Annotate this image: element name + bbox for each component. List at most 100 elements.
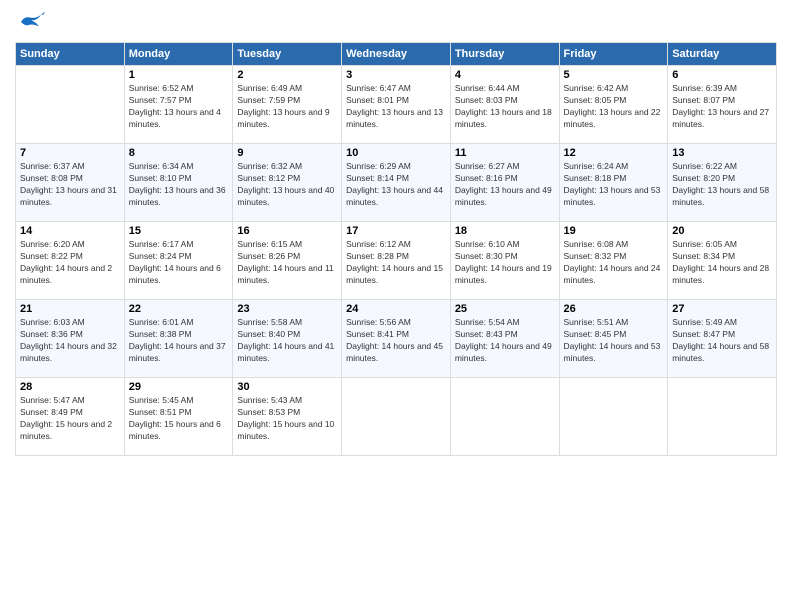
cell-content: Sunrise: 6:22 AMSunset: 8:20 PMDaylight:… [672,161,772,209]
col-header-wednesday: Wednesday [342,43,451,66]
cell-content: Sunrise: 5:45 AMSunset: 8:51 PMDaylight:… [129,395,229,443]
cell-content: Sunrise: 6:12 AMSunset: 8:28 PMDaylight:… [346,239,446,287]
cell-content: Sunrise: 6:10 AMSunset: 8:30 PMDaylight:… [455,239,555,287]
day-number: 30 [237,381,337,393]
cell-content: Sunrise: 5:43 AMSunset: 8:53 PMDaylight:… [237,395,337,443]
cell-content: Sunrise: 6:37 AMSunset: 8:08 PMDaylight:… [20,161,120,209]
day-number: 10 [346,147,446,159]
calendar-cell: 27Sunrise: 5:49 AMSunset: 8:47 PMDayligh… [668,300,777,378]
calendar-cell: 29Sunrise: 5:45 AMSunset: 8:51 PMDayligh… [124,378,233,456]
calendar-week-row: 7 Sunrise: 6:37 AMSunset: 8:08 PMDaylight… [16,144,777,222]
day-number: 20 [672,225,772,237]
day-number: 13 [672,147,772,159]
day-number: 5 [564,69,664,81]
col-header-friday: Friday [559,43,668,66]
calendar-cell: 6 Sunrise: 6:39 AMSunset: 8:07 PMDaylight… [668,66,777,144]
calendar-cell: 4 Sunrise: 6:44 AMSunset: 8:03 PMDaylight… [450,66,559,144]
calendar-table: SundayMondayTuesdayWednesdayThursdayFrid… [15,42,777,456]
cell-content: Sunrise: 5:56 AMSunset: 8:41 PMDaylight:… [346,317,446,365]
cell-content: Sunrise: 6:52 AMSunset: 7:57 PMDaylight:… [129,83,229,131]
calendar-cell: 3 Sunrise: 6:47 AMSunset: 8:01 PMDaylight… [342,66,451,144]
day-number: 8 [129,147,229,159]
day-number: 12 [564,147,664,159]
cell-content: Sunrise: 6:24 AMSunset: 8:18 PMDaylight:… [564,161,664,209]
day-number: 18 [455,225,555,237]
cell-content: Sunrise: 5:51 AMSunset: 8:45 PMDaylight:… [564,317,664,365]
calendar-week-row: 28 Sunrise: 5:47 AMSunset: 8:49 PMDayligh… [16,378,777,456]
calendar-cell: 30 Sunrise: 5:43 AMSunset: 8:53 PMDayligh… [233,378,342,456]
cell-content: Sunrise: 6:39 AMSunset: 8:07 PMDaylight:… [672,83,772,131]
day-number: 2 [237,69,337,81]
calendar-cell: 22Sunrise: 6:01 AMSunset: 8:38 PMDayligh… [124,300,233,378]
cell-content: Sunrise: 6:20 AMSunset: 8:22 PMDaylight:… [20,239,120,287]
logo-icon [15,10,45,34]
calendar-cell [559,378,668,456]
calendar-cell: 17 Sunrise: 6:12 AMSunset: 8:28 PMDayligh… [342,222,451,300]
calendar-cell: 12 Sunrise: 6:24 AMSunset: 8:18 PMDayligh… [559,144,668,222]
calendar-cell [16,66,125,144]
day-number: 19 [564,225,664,237]
day-number: 24 [346,303,446,315]
day-number: 28 [20,381,120,393]
cell-content: Sunrise: 6:15 AMSunset: 8:26 PMDaylight:… [237,239,337,287]
cell-content: Sunrise: 6:01 AMSunset: 8:38 PMDaylight:… [129,317,229,365]
col-header-tuesday: Tuesday [233,43,342,66]
day-number: 7 [20,147,120,159]
day-number: 1 [129,69,229,81]
calendar-cell: 28 Sunrise: 5:47 AMSunset: 8:49 PMDayligh… [16,378,125,456]
header [15,10,777,34]
calendar-cell: 19Sunrise: 6:08 AMSunset: 8:32 PMDayligh… [559,222,668,300]
logo [15,10,49,34]
calendar-cell: 21 Sunrise: 6:03 AMSunset: 8:36 PMDayligh… [16,300,125,378]
calendar-week-row: 21 Sunrise: 6:03 AMSunset: 8:36 PMDayligh… [16,300,777,378]
calendar-cell: 7 Sunrise: 6:37 AMSunset: 8:08 PMDaylight… [16,144,125,222]
calendar-cell: 14 Sunrise: 6:20 AMSunset: 8:22 PMDayligh… [16,222,125,300]
cell-content: Sunrise: 6:05 AMSunset: 8:34 PMDaylight:… [672,239,772,287]
day-number: 14 [20,225,120,237]
calendar-cell [342,378,451,456]
calendar-cell: 5 Sunrise: 6:42 AMSunset: 8:05 PMDaylight… [559,66,668,144]
day-number: 26 [564,303,664,315]
day-number: 4 [455,69,555,81]
cell-content: Sunrise: 6:03 AMSunset: 8:36 PMDaylight:… [20,317,120,365]
calendar-cell: 16 Sunrise: 6:15 AMSunset: 8:26 PMDayligh… [233,222,342,300]
day-number: 17 [346,225,446,237]
calendar-cell: 13 Sunrise: 6:22 AMSunset: 8:20 PMDayligh… [668,144,777,222]
col-header-thursday: Thursday [450,43,559,66]
cell-content: Sunrise: 6:47 AMSunset: 8:01 PMDaylight:… [346,83,446,131]
calendar-header-row: SundayMondayTuesdayWednesdayThursdayFrid… [16,43,777,66]
day-number: 9 [237,147,337,159]
day-number: 11 [455,147,555,159]
calendar-cell: 26 Sunrise: 5:51 AMSunset: 8:45 PMDayligh… [559,300,668,378]
calendar-week-row: 1 Sunrise: 6:52 AMSunset: 7:57 PMDaylight… [16,66,777,144]
calendar-week-row: 14 Sunrise: 6:20 AMSunset: 8:22 PMDayligh… [16,222,777,300]
cell-content: Sunrise: 6:42 AMSunset: 8:05 PMDaylight:… [564,83,664,131]
col-header-saturday: Saturday [668,43,777,66]
col-header-sunday: Sunday [16,43,125,66]
calendar-cell: 8Sunrise: 6:34 AMSunset: 8:10 PMDaylight… [124,144,233,222]
cell-content: Sunrise: 6:29 AMSunset: 8:14 PMDaylight:… [346,161,446,209]
calendar-cell [668,378,777,456]
day-number: 3 [346,69,446,81]
day-number: 25 [455,303,555,315]
cell-content: Sunrise: 5:54 AMSunset: 8:43 PMDaylight:… [455,317,555,365]
calendar-cell: 25 Sunrise: 5:54 AMSunset: 8:43 PMDayligh… [450,300,559,378]
calendar-cell: 15Sunrise: 6:17 AMSunset: 8:24 PMDayligh… [124,222,233,300]
page: SundayMondayTuesdayWednesdayThursdayFrid… [0,0,792,612]
cell-content: Sunrise: 6:27 AMSunset: 8:16 PMDaylight:… [455,161,555,209]
day-number: 21 [20,303,120,315]
day-number: 6 [672,69,772,81]
cell-content: Sunrise: 6:32 AMSunset: 8:12 PMDaylight:… [237,161,337,209]
calendar-cell: 20 Sunrise: 6:05 AMSunset: 8:34 PMDayligh… [668,222,777,300]
cell-content: Sunrise: 5:58 AMSunset: 8:40 PMDaylight:… [237,317,337,365]
day-number: 27 [672,303,772,315]
calendar-cell: 18 Sunrise: 6:10 AMSunset: 8:30 PMDayligh… [450,222,559,300]
calendar-cell: 10 Sunrise: 6:29 AMSunset: 8:14 PMDayligh… [342,144,451,222]
day-number: 23 [237,303,337,315]
cell-content: Sunrise: 6:49 AMSunset: 7:59 PMDaylight:… [237,83,337,131]
calendar-cell: 24 Sunrise: 5:56 AMSunset: 8:41 PMDayligh… [342,300,451,378]
cell-content: Sunrise: 6:17 AMSunset: 8:24 PMDaylight:… [129,239,229,287]
cell-content: Sunrise: 5:47 AMSunset: 8:49 PMDaylight:… [20,395,120,443]
day-number: 16 [237,225,337,237]
cell-content: Sunrise: 6:44 AMSunset: 8:03 PMDaylight:… [455,83,555,131]
